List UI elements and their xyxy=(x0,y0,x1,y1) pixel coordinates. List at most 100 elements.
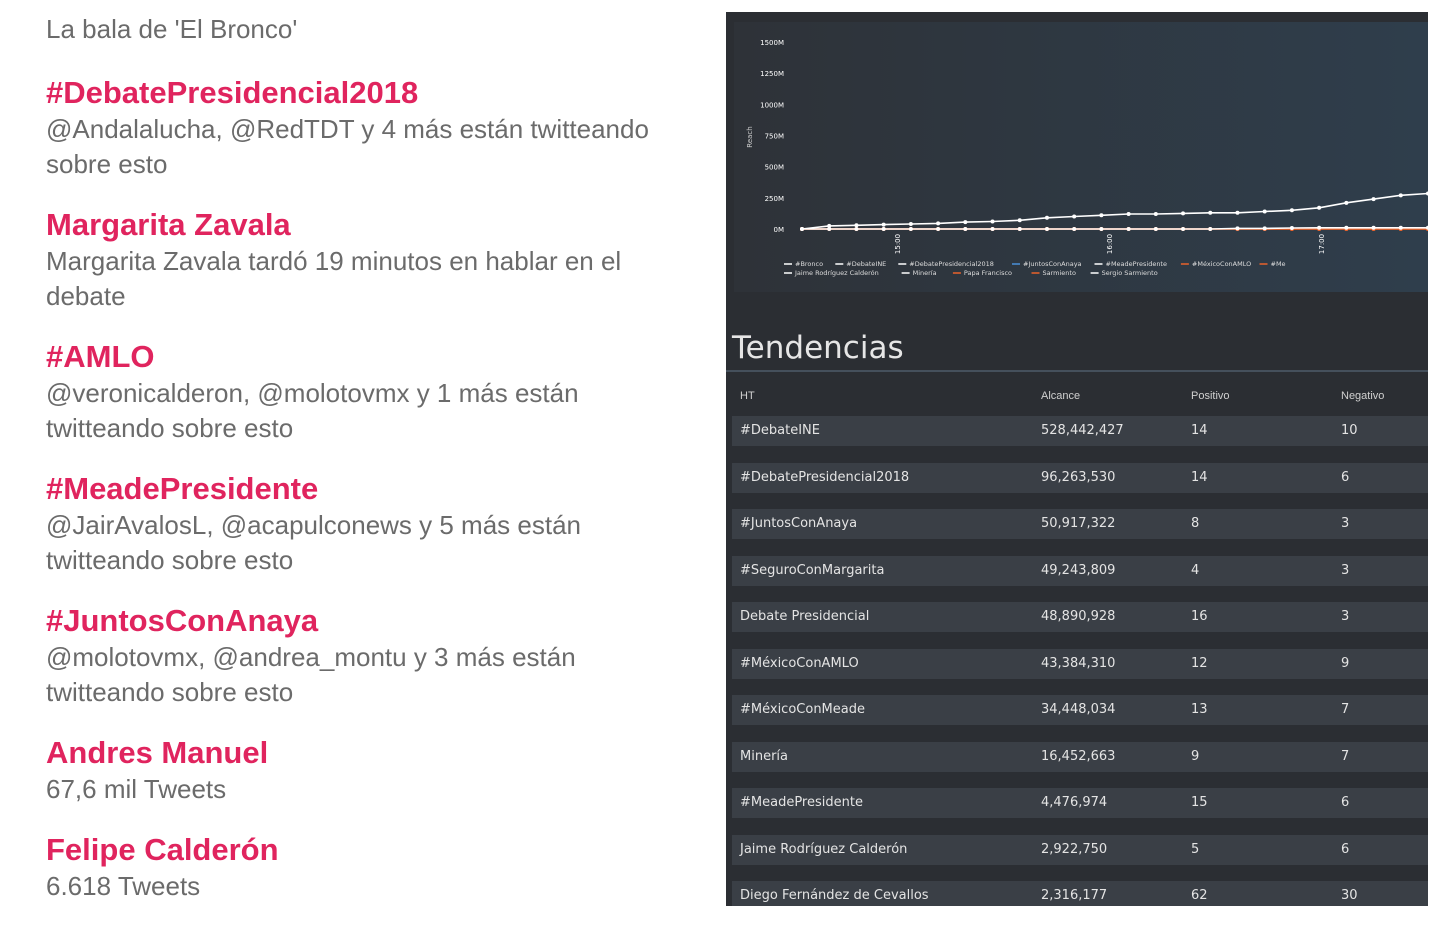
trend-item[interactable]: #DebatePresidencial2018 @Andalalucha, @R… xyxy=(46,74,696,182)
cell-alcance: 96,263,530 xyxy=(1041,469,1116,485)
reach-line-chart: 0M 250M 500M 750M 1000M 1250M 1500M Reach 15:00 1… xyxy=(746,39,1428,277)
trend-subtitle: @JairAvalosL, @acapulconews y 5 más está… xyxy=(46,510,582,575)
cell-ht: Debate Presidencial xyxy=(740,609,870,624)
cell-alcance: 43,384,310 xyxy=(1041,655,1116,671)
table-row[interactable]: #MeadePresidente 4,476,974 15 6 xyxy=(732,788,1428,818)
column-header-negativo[interactable]: Negativo xyxy=(1341,390,1384,402)
table-row[interactable]: #MéxicoConMeade 34,448,034 13 7 xyxy=(732,695,1428,725)
table-row[interactable]: #JuntosConAnaya 50,917,322 8 3 xyxy=(732,509,1428,539)
column-header-alcance[interactable]: Alcance xyxy=(1041,390,1080,402)
table-row[interactable]: Minería 16,452,663 9 7 xyxy=(732,741,1428,772)
table-row[interactable]: #DebatePresidencial2018 96,263,530 14 6 xyxy=(732,462,1428,493)
legend-label: #DebateINE xyxy=(846,260,886,268)
series-point xyxy=(1044,227,1049,231)
cell-alcance: 49,243,809 xyxy=(1041,562,1116,578)
y-tick-label: 500M xyxy=(765,164,784,172)
series-point xyxy=(800,227,804,231)
legend-label: #Bronco xyxy=(795,260,823,268)
cell-positivo: 8 xyxy=(1191,516,1200,531)
legend-label: Jaime Rodríguez Calderón xyxy=(794,269,879,277)
series-point xyxy=(1099,213,1104,218)
table-row[interactable]: Jaime Rodríguez Calderón 2,922,750 5 6 xyxy=(732,834,1428,865)
trend-title[interactable]: #MeadePresidente xyxy=(46,470,696,508)
legend-label: Sarmiento xyxy=(1043,269,1076,277)
trend-subtitle: @Andalalucha, @RedTDT y 4 más están twit… xyxy=(46,114,649,179)
cell-alcance: 2,316,177 xyxy=(1041,888,1108,903)
trend-title[interactable]: #DebatePresidencial2018 xyxy=(46,74,696,112)
cell-positivo: 5 xyxy=(1191,841,1200,857)
column-header-positivo[interactable]: Positivo xyxy=(1191,390,1230,402)
trend-subtitle: @veronicalderon, @molotovmx y 1 más está… xyxy=(46,378,579,443)
trend-item[interactable]: #MeadePresidente @JairAvalosL, @acapulco… xyxy=(46,470,696,578)
series-point xyxy=(1317,205,1322,210)
series-point xyxy=(990,227,995,231)
trend-title[interactable]: Andres Manuel xyxy=(46,734,696,772)
trend-title[interactable]: Felipe Calderón xyxy=(46,831,696,869)
series-point xyxy=(1126,227,1131,231)
cell-negativo: 7 xyxy=(1341,702,1350,717)
series-point xyxy=(827,223,832,228)
series-point xyxy=(1208,227,1213,231)
trend-title[interactable]: #AMLO xyxy=(46,338,696,376)
cell-positivo: 62 xyxy=(1191,888,1208,903)
series-point xyxy=(1371,225,1376,230)
trend-title[interactable]: #JuntosConAnaya xyxy=(46,602,696,640)
series-point xyxy=(1072,214,1077,219)
cell-negativo: 7 xyxy=(1341,748,1350,764)
series-point xyxy=(881,222,886,227)
reach-chart: 0M 250M 500M 750M 1000M 1250M 1500M Reach 15:00 1… xyxy=(734,22,1428,292)
series-point xyxy=(936,227,941,231)
cell-alcance: 48,890,928 xyxy=(1041,609,1116,624)
y-tick-label: 0M xyxy=(774,226,785,234)
cell-ht: Minería xyxy=(740,748,788,764)
series-point xyxy=(1398,225,1403,230)
legend-label: #DebatePresidencial2018 xyxy=(909,260,994,268)
trend-subtitle: 6.618 Tweets xyxy=(46,871,201,901)
cell-negativo: 3 xyxy=(1341,609,1350,624)
table-row[interactable]: #DebateINE 528,442,427 14 10 xyxy=(732,416,1428,446)
legend-label: #MéxicoConAMLO xyxy=(1192,260,1251,268)
trend-item[interactable]: #AMLO @veronicalderon, @molotovmx y 1 má… xyxy=(46,338,696,446)
trending-list: La bala de 'El Bronco' #DebatePresidenci… xyxy=(46,12,696,928)
trend-item[interactable]: #JuntosConAnaya @molotovmx, @andrea_mont… xyxy=(46,602,696,710)
series-point xyxy=(881,227,886,231)
cell-negativo: 6 xyxy=(1341,841,1350,857)
cell-negativo: 9 xyxy=(1341,655,1350,671)
series-point xyxy=(1344,225,1349,230)
cell-ht: Jaime Rodríguez Calderón xyxy=(740,841,908,857)
cell-positivo: 14 xyxy=(1191,469,1208,485)
trend-item[interactable]: Margarita Zavala Margarita Zavala tardó … xyxy=(46,206,696,314)
divider xyxy=(726,370,1428,372)
series-point xyxy=(1317,225,1322,230)
x-tick-label: 17:00 xyxy=(1318,234,1326,254)
series-point xyxy=(1017,227,1022,231)
cell-positivo: 15 xyxy=(1191,795,1208,810)
table-row[interactable]: #SeguroConMargarita 49,243,809 4 3 xyxy=(732,555,1428,586)
trend-subtitle: Margarita Zavala tardó 19 minutos en hab… xyxy=(46,246,622,311)
legend-label: #JuntosConAnaya xyxy=(1023,260,1082,268)
cell-alcance: 528,442,427 xyxy=(1041,423,1124,438)
trends-table: #DebateINE 528,442,427 14 10 #DebatePresiden… xyxy=(732,416,1428,906)
cell-negativo: 10 xyxy=(1341,423,1358,438)
series-point xyxy=(1208,210,1213,215)
trend-item[interactable]: Felipe Calderón 6.618 Tweets xyxy=(46,831,696,904)
table-row[interactable]: Debate Presidencial 48,890,928 16 3 xyxy=(732,602,1428,632)
trend-title[interactable]: Margarita Zavala xyxy=(46,206,696,244)
series-point xyxy=(854,227,859,231)
series-point xyxy=(1153,212,1158,217)
table-row[interactable]: Diego Fernández de Cevallos 2,316,177 62 30 xyxy=(732,881,1428,906)
trend-item[interactable]: Andres Manuel 67,6 mil Tweets xyxy=(46,734,696,807)
trend-subtitle: 67,6 mil Tweets xyxy=(46,774,227,804)
trend-subtitle: @molotovmx, @andrea_montu y 3 más están … xyxy=(46,642,576,707)
column-header-ht[interactable]: HT xyxy=(740,390,755,402)
series-point xyxy=(1262,226,1267,231)
cell-positivo: 9 xyxy=(1191,748,1200,764)
cell-ht: #MeadePresidente xyxy=(740,795,863,810)
series-point xyxy=(1289,208,1294,213)
series-point xyxy=(1426,191,1428,196)
series-point xyxy=(1181,227,1186,231)
table-row[interactable]: #MéxicoConAMLO 43,384,310 12 9 xyxy=(732,648,1428,679)
cell-alcance: 16,452,663 xyxy=(1041,748,1116,764)
series-point xyxy=(1235,226,1240,231)
cell-negativo: 30 xyxy=(1341,888,1358,903)
